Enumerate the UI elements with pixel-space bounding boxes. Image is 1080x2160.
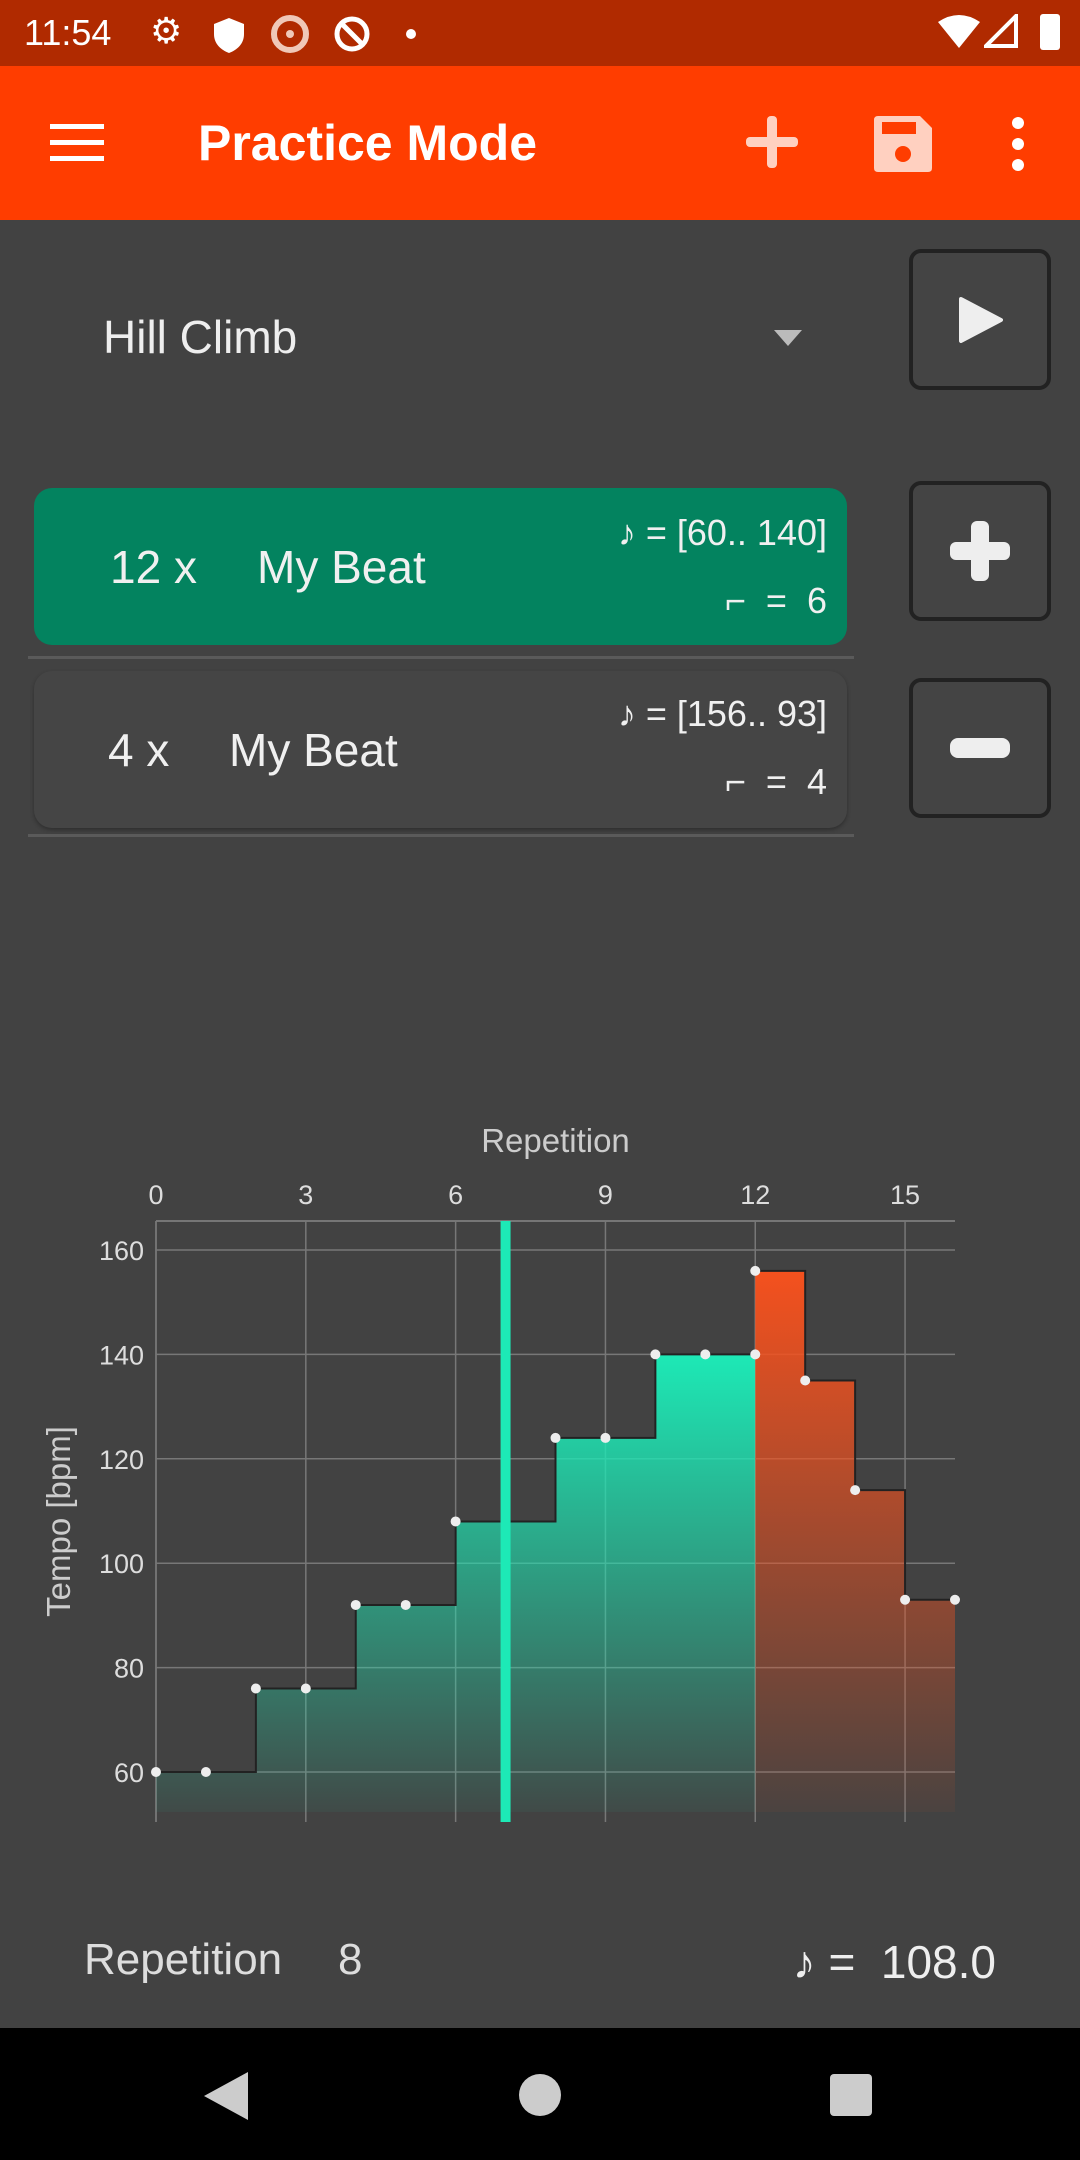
data-point xyxy=(300,1683,311,1694)
remove-section-button[interactable] xyxy=(909,678,1051,818)
wifi-icon xyxy=(938,15,980,48)
no-location-icon xyxy=(334,16,370,52)
eq: = xyxy=(765,580,787,621)
section-reps: 12 x xyxy=(110,541,197,593)
add-section-button[interactable] xyxy=(909,481,1051,621)
minus-icon xyxy=(950,738,1010,758)
data-point xyxy=(800,1375,811,1386)
note-icon: ♪ xyxy=(792,1936,816,1988)
eq: = xyxy=(765,761,787,802)
x-axis-title: Repetition xyxy=(481,1122,630,1159)
app-toolbar: Practice Mode xyxy=(0,66,1080,220)
save-icon[interactable] xyxy=(874,116,932,172)
steps-icon: ⌐ xyxy=(724,761,746,802)
divider xyxy=(28,834,854,837)
data-point xyxy=(750,1349,761,1360)
x-tick-label: 0 xyxy=(148,1180,163,1210)
data-point xyxy=(151,1767,161,1777)
page-title: Practice Mode xyxy=(198,115,538,171)
x-tick-label: 6 xyxy=(448,1180,463,1210)
settings-icon: ⚙ xyxy=(150,10,183,51)
section-name: My Beat xyxy=(257,541,426,593)
y-tick-label: 140 xyxy=(99,1340,144,1370)
add-icon[interactable] xyxy=(746,116,798,168)
x-tick-label: 15 xyxy=(890,1180,920,1210)
data-point xyxy=(350,1599,361,1610)
navigation-bar xyxy=(0,2028,1080,2160)
play-button[interactable] xyxy=(909,249,1051,390)
footer-repetition-label: Repetition xyxy=(84,1935,283,1984)
section-name: My Beat xyxy=(229,724,398,776)
playback-cursor xyxy=(500,1221,511,1822)
section-reps: 4 x xyxy=(108,724,170,776)
x-tick-label: 12 xyxy=(740,1180,770,1210)
program-selected: Hill Climb xyxy=(103,311,298,363)
data-point xyxy=(900,1594,911,1605)
steps-icon: ⌐ xyxy=(724,580,746,621)
tempo-range: [156.. 93] xyxy=(676,693,827,734)
data-point xyxy=(600,1432,611,1443)
recents-icon[interactable] xyxy=(830,2074,872,2116)
plus-icon xyxy=(950,521,1010,581)
eq: = xyxy=(828,1936,856,1988)
data-point xyxy=(400,1599,411,1610)
data-point xyxy=(750,1265,761,1276)
shield-icon xyxy=(214,18,244,53)
data-point xyxy=(450,1516,461,1527)
current-tempo: 108.0 xyxy=(880,1936,996,1988)
y-tick-label: 120 xyxy=(99,1445,144,1475)
step-count: 6 xyxy=(806,580,827,621)
data-point xyxy=(250,1683,261,1694)
y-tick-label: 80 xyxy=(114,1654,144,1684)
status-bar: 11:54 ⚙ xyxy=(0,0,1080,66)
play-icon xyxy=(959,296,1003,343)
y-tick-label: 60 xyxy=(114,1758,144,1788)
speed-icon xyxy=(271,15,309,53)
tempo-range: [60.. 140] xyxy=(676,512,827,553)
y-tick-label: 100 xyxy=(99,1549,144,1579)
data-point xyxy=(700,1349,711,1360)
battery-icon xyxy=(1040,14,1060,50)
step-count: 4 xyxy=(806,761,827,802)
footer-tempo: ♪ = 108.0 xyxy=(793,1935,996,1989)
data-point xyxy=(200,1767,211,1777)
data-point xyxy=(650,1349,661,1360)
eq: = xyxy=(645,693,667,734)
footer-repetition-value: 8 xyxy=(338,1935,363,1984)
program-dropdown[interactable]: Hill Climb xyxy=(34,280,834,400)
section-card-1[interactable]: 12 x My Beat ♪ = [60.. 140] ⌐ = 6 xyxy=(34,488,847,645)
data-point xyxy=(850,1485,861,1496)
series-area xyxy=(755,1270,955,1812)
back-icon[interactable] xyxy=(204,2072,248,2120)
x-tick-label: 9 xyxy=(598,1180,613,1210)
tempo-chart[interactable]: 60 80 100 120 140 1600 3 6 9 12 15 Repetition Tempo … xyxy=(0,1100,1080,1860)
note-icon: ♪ xyxy=(617,693,636,734)
signal-icon xyxy=(984,14,1018,48)
more-vert-icon[interactable] xyxy=(1010,116,1026,172)
x-tick-label: 3 xyxy=(298,1180,313,1210)
dot-icon xyxy=(406,29,416,39)
status-time: 11:54 xyxy=(24,12,112,53)
section-card-2[interactable]: 4 x My Beat ♪ = [156.. 93] ⌐ = 4 xyxy=(34,671,847,828)
y-axis-title: Tempo [bpm] xyxy=(40,1426,77,1617)
menu-icon[interactable] xyxy=(50,122,104,162)
chevron-down-icon xyxy=(774,330,802,346)
data-point xyxy=(550,1432,561,1443)
home-icon[interactable] xyxy=(519,2074,561,2116)
note-icon: ♪ xyxy=(617,512,636,553)
eq: = xyxy=(645,512,667,553)
data-point xyxy=(950,1594,960,1605)
divider xyxy=(28,656,854,659)
y-tick-label: 160 xyxy=(99,1236,144,1266)
